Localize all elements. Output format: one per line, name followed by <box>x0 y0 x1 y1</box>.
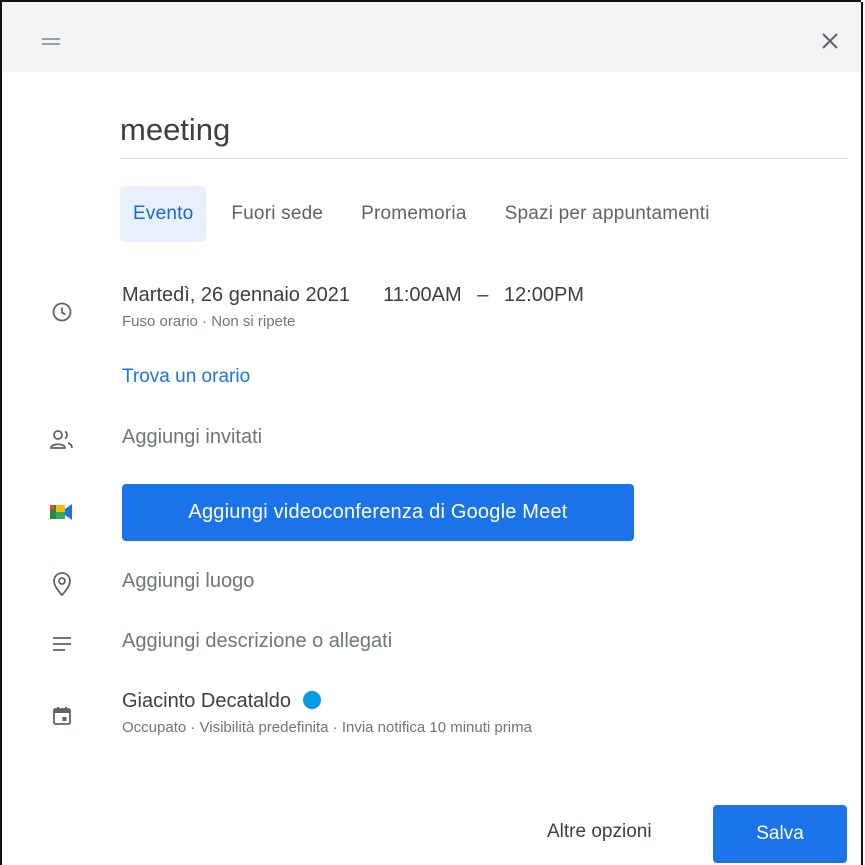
title-input[interactable]: meeting <box>120 108 848 159</box>
calendar-color-dot <box>302 691 321 709</box>
add-guests-field[interactable]: Aggiungi invitati <box>122 426 262 449</box>
event-dialog: meeting Evento Fuori sede Promemoria Spa… <box>0 0 863 865</box>
calendar-owner: Giacinto Decataldo <box>122 690 291 712</box>
event-end-time[interactable]: 12:00PM <box>504 284 584 306</box>
tab-promemoria[interactable]: Promemoria <box>348 186 479 242</box>
more-options-button[interactable]: Altre opzioni <box>547 821 652 843</box>
event-date[interactable]: Martedì, 26 gennaio 2021 <box>122 284 350 306</box>
location-pin-icon <box>48 570 76 598</box>
save-button[interactable]: Salva <box>713 805 847 863</box>
event-start-time[interactable]: 11:00AM <box>383 284 462 306</box>
time-range-dash: – <box>477 284 489 306</box>
add-location-field[interactable]: Aggiungi luogo <box>122 570 254 593</box>
tab-fuori-sede[interactable]: Fuori sede <box>218 186 336 242</box>
calendar-selector[interactable]: Giacinto Decataldo <box>122 690 532 713</box>
tab-evento[interactable]: Evento <box>120 186 207 242</box>
event-title: meeting <box>120 112 231 147</box>
event-type-tabs: Evento Fuori sede Promemoria Spazi per a… <box>120 186 723 242</box>
tab-spazi-appuntamenti[interactable]: Spazi per appuntamenti <box>492 186 723 242</box>
close-button[interactable] <box>817 28 843 54</box>
notes-icon <box>48 630 76 658</box>
drag-handle-icon[interactable] <box>42 38 60 46</box>
add-google-meet-button[interactable]: Aggiungi videoconferenza di Google Meet <box>122 484 634 541</box>
close-icon <box>822 33 838 49</box>
datetime-summary[interactable]: Martedì, 26 gennaio 2021 11:00AM – 12:00… <box>122 284 584 307</box>
find-time-link[interactable]: Trova un orario <box>122 366 250 388</box>
people-icon <box>48 426 76 454</box>
availability-visibility-notification[interactable]: Occupato · Visibilità predefinita · Invi… <box>122 719 532 736</box>
calendar-icon <box>48 702 76 730</box>
clock-icon <box>48 298 76 326</box>
google-meet-icon <box>48 498 76 526</box>
add-description-field[interactable]: Aggiungi descrizione o allegati <box>122 630 392 653</box>
dialog-header <box>2 2 861 72</box>
timezone-recurrence[interactable]: Fuso orario · Non si ripete <box>122 313 584 330</box>
